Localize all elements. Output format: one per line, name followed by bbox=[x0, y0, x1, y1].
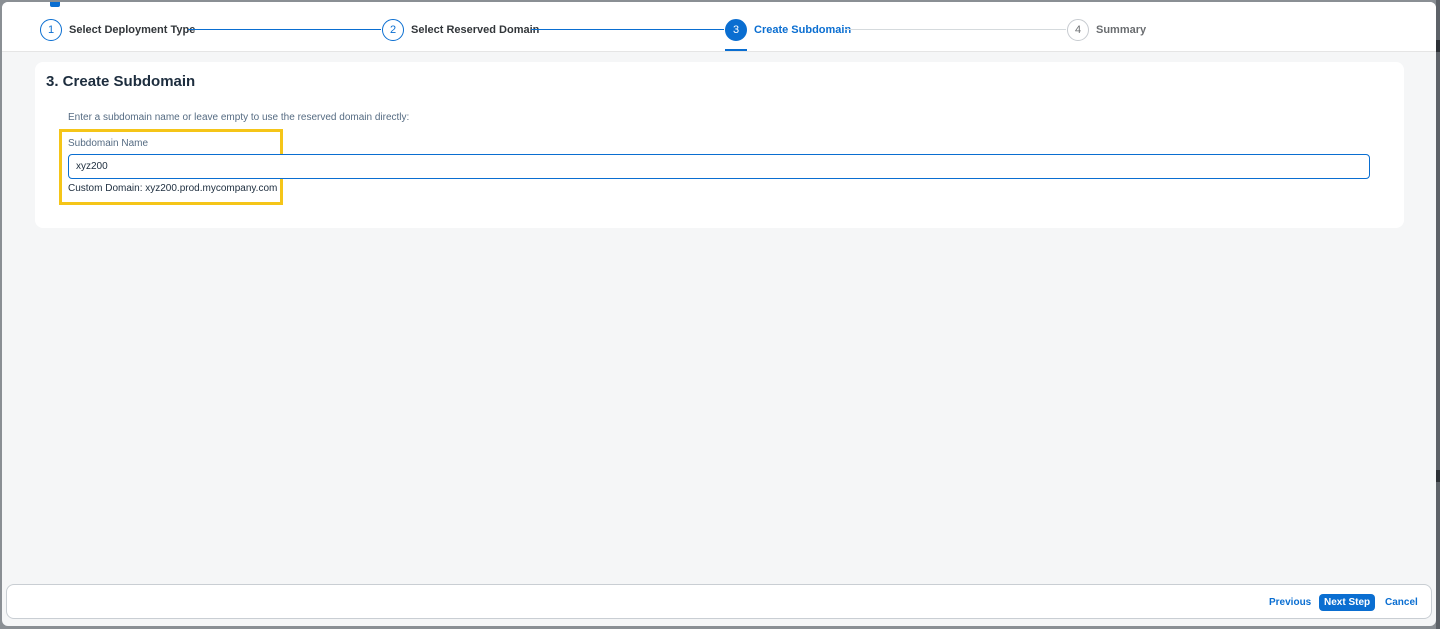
active-step-indicator bbox=[725, 49, 747, 51]
instruction-text: Enter a subdomain name or leave empty to… bbox=[68, 112, 410, 123]
previous-button[interactable]: Previous bbox=[1269, 594, 1311, 611]
edge-marker bbox=[1436, 40, 1440, 52]
step-label: Select Deployment Type bbox=[69, 23, 196, 36]
wizard-step-1[interactable]: 1 Select Deployment Type bbox=[40, 8, 195, 51]
wizard-footer: Previous Next Step Cancel bbox=[6, 584, 1432, 619]
wizard-step-3[interactable]: 3 Create Subdomain bbox=[725, 8, 851, 51]
step-number-circle: 4 bbox=[1067, 18, 1089, 41]
step-number-circle: 1 bbox=[40, 18, 62, 41]
step-connector bbox=[845, 29, 1066, 30]
subdomain-name-input[interactable] bbox=[68, 154, 1370, 179]
edge-marker bbox=[1436, 470, 1440, 482]
wizard-step-2[interactable]: 2 Select Reserved Domain bbox=[382, 8, 539, 51]
cancel-button[interactable]: Cancel bbox=[1385, 594, 1418, 611]
wizard-step-4[interactable]: 4 Summary bbox=[1067, 8, 1146, 51]
checkbox-icon bbox=[50, 2, 60, 7]
step-label: Summary bbox=[1096, 23, 1147, 36]
wizard-window: 1 Select Deployment Type 2 Select Reserv… bbox=[2, 2, 1436, 626]
wizard-progress-bar: 1 Select Deployment Type 2 Select Reserv… bbox=[2, 8, 1436, 52]
step-number-circle: 3 bbox=[725, 18, 747, 41]
step-label: Create Subdomain bbox=[754, 23, 852, 36]
step-label: Select Reserved Domain bbox=[411, 23, 540, 36]
next-step-button[interactable]: Next Step bbox=[1319, 594, 1376, 611]
page-title: 3. Create Subdomain bbox=[46, 73, 196, 90]
window-edge bbox=[1436, 0, 1440, 629]
custom-domain-preview: Custom Domain: xyz200.prod.mycompany.com bbox=[68, 183, 278, 194]
step-connector bbox=[531, 29, 724, 30]
step-connector bbox=[188, 29, 381, 30]
subdomain-name-label: Subdomain Name bbox=[68, 138, 149, 149]
step-number-circle: 2 bbox=[382, 18, 404, 41]
create-subdomain-panel: 3. Create Subdomain Enter a subdomain na… bbox=[35, 62, 1404, 228]
